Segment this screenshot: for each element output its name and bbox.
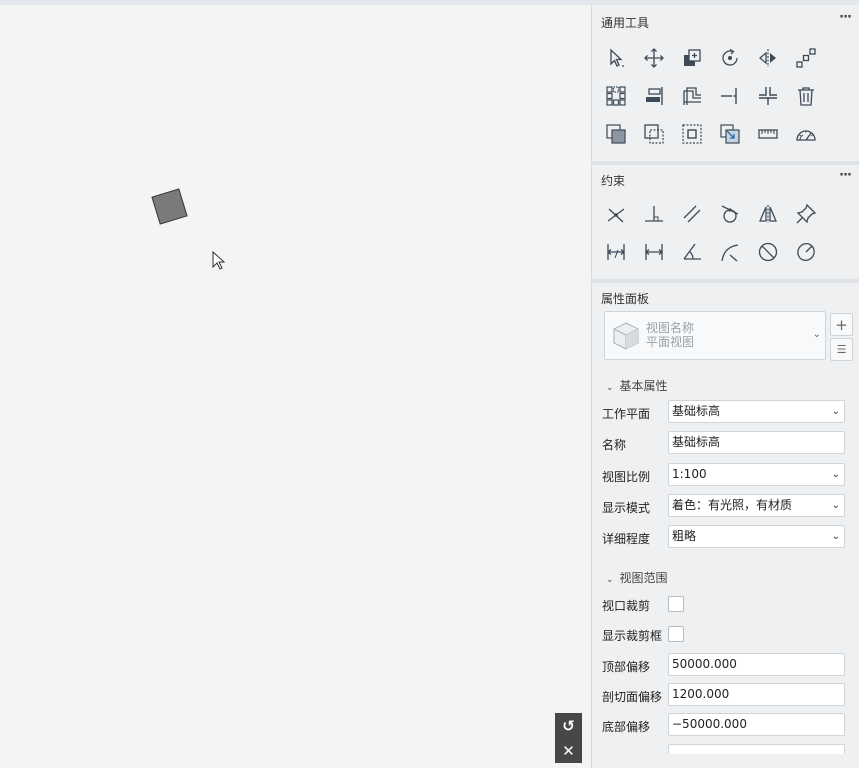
add-view-button[interactable]: + [830,313,853,336]
detail-level-label: 详细程度 [602,532,651,546]
chevron-down-icon: ⌄ [606,383,614,393]
next-field-partial [668,744,845,754]
viewport-crop-checkbox[interactable] [668,596,684,612]
group-tool-icon[interactable] [597,115,635,153]
detail-level-select[interactable]: 粗略 ⌄ [668,525,845,548]
constraints-panel: 约束 ··· [591,165,859,279]
more-icon[interactable]: ··· [839,168,852,183]
arc-dimension-icon[interactable] [711,233,749,271]
group-title: 基本属性 [619,379,668,393]
rotate-tool-icon[interactable] [711,39,749,77]
view-cube-icon [613,322,639,350]
chevron-down-icon: ⌄ [831,406,840,417]
view-settings-button[interactable]: ☰ [830,338,853,361]
copy-tool-icon[interactable] [673,39,711,77]
show-crop-box-checkbox[interactable] [668,626,684,642]
general-tools-panel: 通用工具 ··· [591,5,859,161]
trim-extend-tool-icon[interactable] [711,77,749,115]
view-name-value: 平面视图 [646,335,695,349]
scale-select[interactable]: 1:100 ⌄ [668,463,845,486]
view-type-selector[interactable]: 视图名称 平面视图 ⌄ [604,311,826,360]
work-plane-value: 基础标高 [672,404,721,418]
angle-dimension-icon[interactable] [673,233,711,271]
array-tool-icon[interactable] [787,39,825,77]
coincident-constraint-icon[interactable] [597,195,635,233]
top-offset-label: 顶部偏移 [602,660,651,674]
cut-plane-offset-value: 1200.000 [672,687,730,701]
offset-tool-icon[interactable] [673,77,711,115]
chevron-down-icon: ⌄ [606,575,614,585]
grid-array-tool-icon[interactable] [597,77,635,115]
pin-tool-icon[interactable] [673,115,711,153]
work-plane-select[interactable]: 基础标高 ⌄ [668,400,845,423]
cut-plane-offset-label: 剖切面偏移 [602,690,663,704]
panel-title: 通用工具 [601,16,650,30]
top-offset-input[interactable]: 50000.000 [668,653,845,676]
chevron-down-icon: ⌄ [812,329,821,340]
display-mode-select[interactable]: 着色：有光照，有材质 ⌄ [668,494,845,517]
cut-plane-offset-input[interactable]: 1200.000 [668,683,845,706]
scale-tool-icon[interactable] [711,115,749,153]
drawing-canvas[interactable] [0,5,591,768]
chevron-down-icon: ⌄ [831,531,840,542]
fixed-constraint-icon[interactable] [787,195,825,233]
bottom-offset-label: 底部偏移 [602,720,651,734]
work-plane-label: 工作平面 [602,407,651,421]
radius-dimension-icon[interactable] [787,233,825,271]
mouse-cursor-icon [212,251,226,270]
bottom-offset-value: −50000.000 [672,717,747,731]
group-title: 视图范围 [619,571,668,585]
chevron-down-icon: ⌄ [831,469,840,480]
bottom-offset-input[interactable]: −50000.000 [668,713,845,736]
undo-icon[interactable]: ↺ [562,718,575,734]
basic-properties-header[interactable]: ⌄ 基本属性 [606,377,668,394]
angle-measure-tool-icon[interactable] [787,115,825,153]
display-mode-label: 显示模式 [602,501,651,515]
align-tool-icon[interactable] [635,77,673,115]
view-name-label: 视图名称 [646,321,695,335]
general-tools-grid [597,39,825,153]
close-icon[interactable]: ✕ [562,743,575,759]
view-range-header[interactable]: ⌄ 视图范围 [606,569,668,586]
mini-toolbar: ↺ ✕ [555,713,582,763]
name-input[interactable]: 基础标高 [668,431,845,454]
name-value: 基础标高 [672,435,721,449]
chevron-down-icon: ⌄ [831,500,840,511]
panel-title: 属性面板 [601,292,650,306]
scale-label: 视图比例 [602,470,651,484]
measure-tool-icon[interactable] [749,115,787,153]
display-mode-value: 着色：有光照，有材质 [672,498,793,512]
symmetric-constraint-icon[interactable] [749,195,787,233]
ungroup-tool-icon[interactable] [635,115,673,153]
tangent-constraint-icon[interactable] [711,195,749,233]
show-crop-box-label: 显示裁剪框 [602,629,663,643]
split-tool-icon[interactable] [749,77,787,115]
perpendicular-constraint-icon[interactable] [635,195,673,233]
move-tool-icon[interactable] [635,39,673,77]
detail-level-value: 粗略 [672,529,697,543]
properties-panel: 属性面板 视图名称 平面视图 ⌄ + ☰ ⌄ 基本属性 工作平面 基础标高 ⌄ 名称… [591,283,859,768]
name-label: 名称 [602,438,627,452]
diameter-dimension-icon[interactable] [749,233,787,271]
aligned-dimension-icon[interactable] [635,233,673,271]
parallel-constraint-icon[interactable] [673,195,711,233]
selected-square-shape[interactable] [151,188,188,225]
select-tool-icon[interactable] [597,39,635,77]
more-icon[interactable]: ··· [839,10,852,25]
top-offset-value: 50000.000 [672,657,737,671]
scale-value: 1:100 [672,467,707,481]
panel-title: 约束 [601,174,626,188]
constraints-grid [597,195,825,271]
viewport-crop-label: 视口裁剪 [602,599,651,613]
delete-tool-icon[interactable] [787,77,825,115]
linear-dimension-icon[interactable] [597,233,635,271]
mirror-tool-icon[interactable] [749,39,787,77]
